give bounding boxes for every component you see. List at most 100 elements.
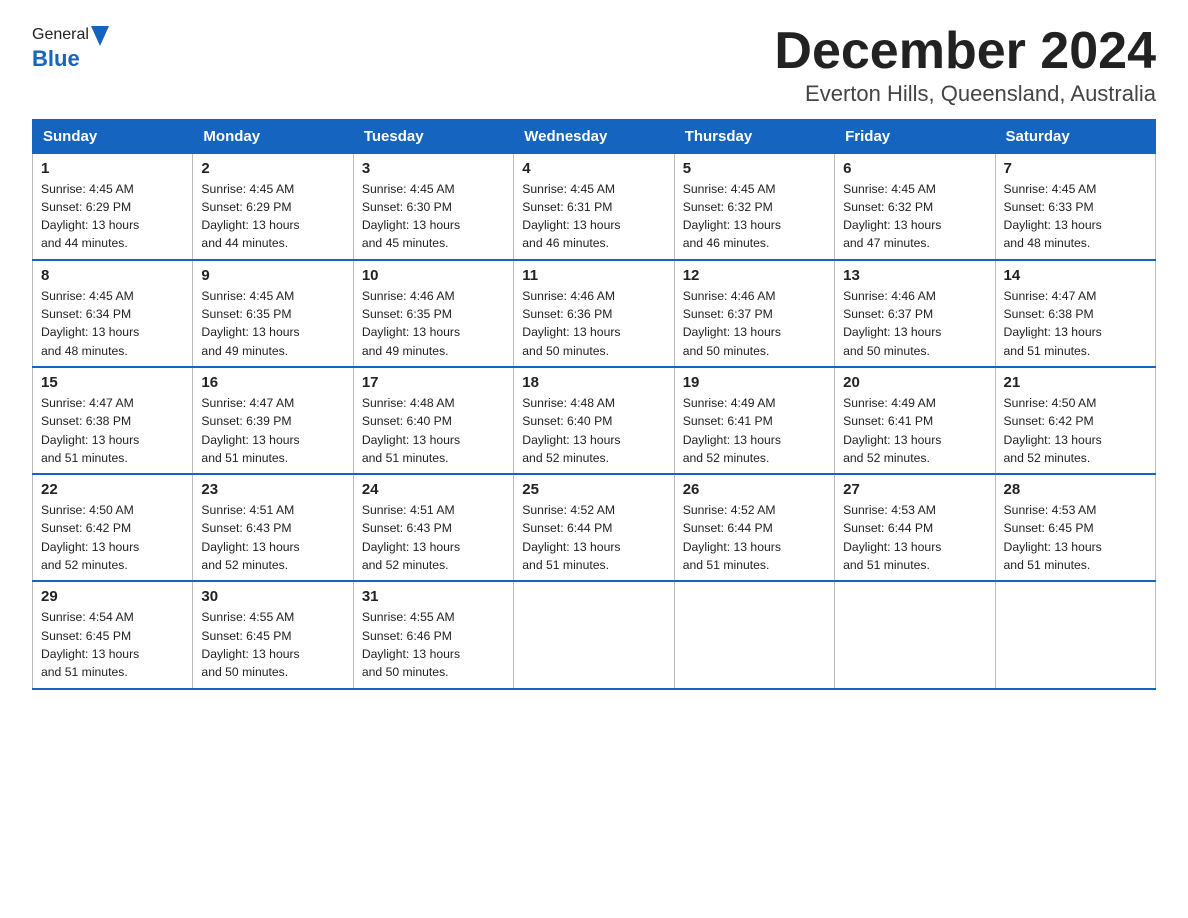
day-number: 23 (201, 481, 344, 498)
day-info: Sunrise: 4:55 AM Sunset: 6:45 PM Dayligh… (201, 608, 344, 681)
day-number: 16 (201, 374, 344, 391)
daylight-minutes: and 51 minutes. (1004, 344, 1091, 358)
col-thursday: Thursday (674, 119, 834, 153)
daylight-label: Daylight: 13 hours (41, 218, 139, 232)
calendar-cell: 17 Sunrise: 4:48 AM Sunset: 6:40 PM Dayl… (353, 367, 513, 474)
daylight-minutes: and 51 minutes. (362, 451, 449, 465)
day-info: Sunrise: 4:47 AM Sunset: 6:38 PM Dayligh… (1004, 287, 1147, 360)
calendar-cell: 29 Sunrise: 4:54 AM Sunset: 6:45 PM Dayl… (33, 581, 193, 688)
calendar-cell: 18 Sunrise: 4:48 AM Sunset: 6:40 PM Dayl… (514, 367, 674, 474)
calendar-cell: 31 Sunrise: 4:55 AM Sunset: 6:46 PM Dayl… (353, 581, 513, 688)
sunset-label: Sunset: 6:36 PM (522, 307, 612, 321)
daylight-label: Daylight: 13 hours (362, 433, 460, 447)
col-friday: Friday (835, 119, 995, 153)
daylight-minutes: and 51 minutes. (522, 558, 609, 572)
sunrise-label: Sunrise: 4:51 AM (362, 503, 455, 517)
day-number: 2 (201, 160, 344, 177)
daylight-label: Daylight: 13 hours (1004, 325, 1102, 339)
daylight-minutes: and 50 minutes. (843, 344, 930, 358)
daylight-label: Daylight: 13 hours (41, 647, 139, 661)
daylight-minutes: and 50 minutes. (362, 665, 449, 679)
day-info: Sunrise: 4:45 AM Sunset: 6:32 PM Dayligh… (843, 180, 986, 253)
calendar-cell: 11 Sunrise: 4:46 AM Sunset: 6:36 PM Dayl… (514, 260, 674, 367)
daylight-label: Daylight: 13 hours (843, 218, 941, 232)
sunset-label: Sunset: 6:37 PM (683, 307, 773, 321)
calendar-week-3: 15 Sunrise: 4:47 AM Sunset: 6:38 PM Dayl… (33, 367, 1156, 474)
daylight-label: Daylight: 13 hours (1004, 433, 1102, 447)
day-info: Sunrise: 4:46 AM Sunset: 6:37 PM Dayligh… (843, 287, 986, 360)
col-wednesday: Wednesday (514, 119, 674, 153)
calendar-cell: 16 Sunrise: 4:47 AM Sunset: 6:39 PM Dayl… (193, 367, 353, 474)
daylight-minutes: and 46 minutes. (683, 236, 770, 250)
header-row: Sunday Monday Tuesday Wednesday Thursday… (33, 119, 1156, 153)
sunset-label: Sunset: 6:37 PM (843, 307, 933, 321)
sunrise-label: Sunrise: 4:45 AM (201, 182, 294, 196)
day-number: 13 (843, 267, 986, 284)
calendar-header: Sunday Monday Tuesday Wednesday Thursday… (33, 119, 1156, 153)
day-info: Sunrise: 4:47 AM Sunset: 6:39 PM Dayligh… (201, 394, 344, 467)
sunset-label: Sunset: 6:38 PM (1004, 307, 1094, 321)
sunrise-label: Sunrise: 4:53 AM (1004, 503, 1097, 517)
sunrise-label: Sunrise: 4:52 AM (522, 503, 615, 517)
calendar-cell: 23 Sunrise: 4:51 AM Sunset: 6:43 PM Dayl… (193, 474, 353, 581)
calendar-cell: 6 Sunrise: 4:45 AM Sunset: 6:32 PM Dayli… (835, 153, 995, 260)
title-block: December 2024 Everton Hills, Queensland,… (774, 24, 1156, 107)
daylight-label: Daylight: 13 hours (843, 325, 941, 339)
col-sunday: Sunday (33, 119, 193, 153)
sunset-label: Sunset: 6:32 PM (843, 200, 933, 214)
logo-general-text: General (32, 26, 89, 44)
calendar-body: 1 Sunrise: 4:45 AM Sunset: 6:29 PM Dayli… (33, 153, 1156, 688)
day-info: Sunrise: 4:47 AM Sunset: 6:38 PM Dayligh… (41, 394, 184, 467)
logo-blue-text: Blue (32, 46, 80, 72)
daylight-label: Daylight: 13 hours (1004, 218, 1102, 232)
sunrise-label: Sunrise: 4:48 AM (362, 396, 455, 410)
calendar-cell: 4 Sunrise: 4:45 AM Sunset: 6:31 PM Dayli… (514, 153, 674, 260)
daylight-label: Daylight: 13 hours (843, 540, 941, 554)
calendar-cell: 3 Sunrise: 4:45 AM Sunset: 6:30 PM Dayli… (353, 153, 513, 260)
sunrise-label: Sunrise: 4:45 AM (522, 182, 615, 196)
day-number: 6 (843, 160, 986, 177)
day-number: 11 (522, 267, 665, 284)
calendar-cell: 7 Sunrise: 4:45 AM Sunset: 6:33 PM Dayli… (995, 153, 1155, 260)
col-saturday: Saturday (995, 119, 1155, 153)
sunset-label: Sunset: 6:45 PM (1004, 521, 1094, 535)
daylight-label: Daylight: 13 hours (1004, 540, 1102, 554)
sunset-label: Sunset: 6:42 PM (41, 521, 131, 535)
calendar-cell: 30 Sunrise: 4:55 AM Sunset: 6:45 PM Dayl… (193, 581, 353, 688)
day-number: 29 (41, 588, 184, 605)
day-number: 24 (362, 481, 505, 498)
calendar-cell: 15 Sunrise: 4:47 AM Sunset: 6:38 PM Dayl… (33, 367, 193, 474)
sunrise-label: Sunrise: 4:49 AM (843, 396, 936, 410)
day-info: Sunrise: 4:55 AM Sunset: 6:46 PM Dayligh… (362, 608, 505, 681)
calendar-cell: 9 Sunrise: 4:45 AM Sunset: 6:35 PM Dayli… (193, 260, 353, 367)
sunset-label: Sunset: 6:35 PM (362, 307, 452, 321)
day-info: Sunrise: 4:54 AM Sunset: 6:45 PM Dayligh… (41, 608, 184, 681)
sunset-label: Sunset: 6:41 PM (683, 414, 773, 428)
day-number: 30 (201, 588, 344, 605)
sunset-label: Sunset: 6:46 PM (362, 629, 452, 643)
day-number: 19 (683, 374, 826, 391)
daylight-label: Daylight: 13 hours (522, 325, 620, 339)
day-number: 7 (1004, 160, 1147, 177)
calendar-cell: 14 Sunrise: 4:47 AM Sunset: 6:38 PM Dayl… (995, 260, 1155, 367)
calendar-cell: 10 Sunrise: 4:46 AM Sunset: 6:35 PM Dayl… (353, 260, 513, 367)
calendar-cell: 21 Sunrise: 4:50 AM Sunset: 6:42 PM Dayl… (995, 367, 1155, 474)
daylight-label: Daylight: 13 hours (201, 325, 299, 339)
col-tuesday: Tuesday (353, 119, 513, 153)
day-info: Sunrise: 4:46 AM Sunset: 6:37 PM Dayligh… (683, 287, 826, 360)
day-info: Sunrise: 4:49 AM Sunset: 6:41 PM Dayligh… (843, 394, 986, 467)
daylight-label: Daylight: 13 hours (41, 325, 139, 339)
day-number: 21 (1004, 374, 1147, 391)
page-header: General Blue December 2024 Everton Hills… (32, 24, 1156, 107)
calendar-cell: 5 Sunrise: 4:45 AM Sunset: 6:32 PM Dayli… (674, 153, 834, 260)
sunset-label: Sunset: 6:35 PM (201, 307, 291, 321)
daylight-minutes: and 52 minutes. (201, 558, 288, 572)
daylight-label: Daylight: 13 hours (362, 218, 460, 232)
day-info: Sunrise: 4:45 AM Sunset: 6:29 PM Dayligh… (41, 180, 184, 253)
daylight-minutes: and 51 minutes. (201, 451, 288, 465)
day-info: Sunrise: 4:46 AM Sunset: 6:35 PM Dayligh… (362, 287, 505, 360)
sunrise-label: Sunrise: 4:51 AM (201, 503, 294, 517)
day-info: Sunrise: 4:45 AM Sunset: 6:35 PM Dayligh… (201, 287, 344, 360)
day-number: 18 (522, 374, 665, 391)
calendar-cell (835, 581, 995, 688)
